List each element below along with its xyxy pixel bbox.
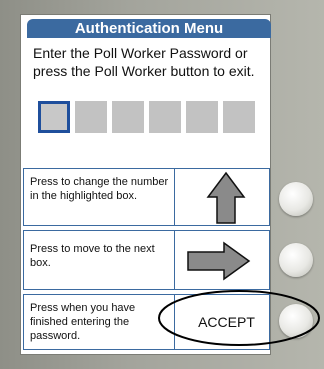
password-box-6[interactable] [223,101,255,133]
password-box-1[interactable] [38,101,70,133]
next-box-row: Press to move to the next box. [23,230,270,290]
password-box-4[interactable] [149,101,181,133]
next-box-text: Press to move to the next box. [30,243,155,269]
accept-instructions-text: Press when you have finished entering th… [30,302,136,342]
right-arrow-icon [187,241,251,281]
password-box-2[interactable] [75,101,107,133]
password-box-3[interactable] [112,101,144,133]
change-number-row: Press to change the number in the highli… [23,168,270,226]
row-divider [174,169,175,225]
next-box-hardware-button[interactable] [279,243,313,277]
password-box-5[interactable] [186,101,218,133]
up-arrow-icon [206,171,246,224]
callout-ellipse [158,290,320,346]
row-divider [174,231,175,289]
menu-title: Authentication Menu [27,19,271,38]
change-number-hardware-button[interactable] [279,182,313,216]
change-number-text: Press to change the number in the highli… [30,176,169,202]
instructions-text: Enter the Poll Worker Password or press … [33,45,255,79]
